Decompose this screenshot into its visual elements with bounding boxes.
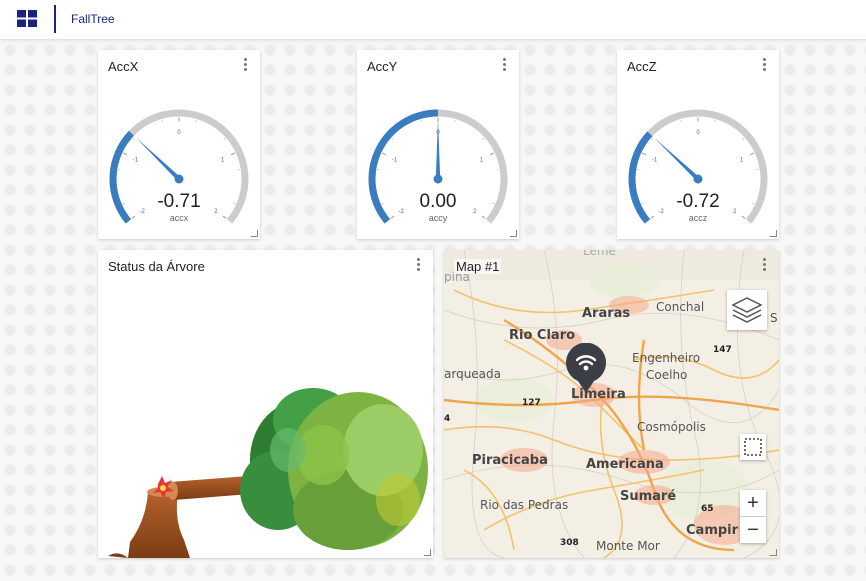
gauge-minor-tick bbox=[714, 119, 716, 122]
place-label: Rio Claro bbox=[509, 328, 576, 343]
gauge-value: -0.72 bbox=[676, 191, 720, 212]
gauge-needle bbox=[135, 137, 181, 181]
gauge-needle bbox=[654, 137, 700, 181]
gauge-tick bbox=[382, 152, 387, 156]
gauge-minor-tick bbox=[651, 138, 654, 141]
gauge-tick-label: 0 bbox=[696, 130, 700, 136]
dashboard-menu-icon[interactable] bbox=[17, 10, 37, 27]
gauge-needle bbox=[435, 119, 441, 179]
gauge-tick bbox=[642, 152, 647, 156]
gauge-minor-tick bbox=[132, 138, 135, 141]
gauge-hub bbox=[174, 174, 184, 184]
gauge-minor-tick bbox=[161, 119, 163, 122]
gauge-tick bbox=[123, 152, 128, 156]
gauge-minor-tick bbox=[482, 138, 485, 141]
gauge-minor-tick bbox=[680, 119, 682, 122]
resize-handle[interactable] bbox=[770, 230, 777, 237]
widget-title: Map #1 bbox=[454, 259, 502, 274]
place-label: Engenheiro bbox=[632, 351, 701, 365]
road-label: 308 bbox=[560, 538, 579, 548]
place-label: arqueada bbox=[444, 367, 502, 381]
dashboard-title[interactable]: FallTree bbox=[71, 12, 115, 26]
road-label: 147 bbox=[713, 345, 732, 355]
gauge-minor-tick bbox=[454, 119, 456, 122]
gauge-unit: accz bbox=[688, 213, 708, 223]
place-label: Campir bbox=[686, 523, 739, 538]
gauge-minor-tick bbox=[420, 119, 422, 122]
area-select-icon[interactable] bbox=[740, 434, 766, 460]
gauge-unit: accy bbox=[428, 213, 448, 223]
status-widget: Status da Árvore bbox=[98, 250, 433, 558]
device-marker-icon[interactable] bbox=[564, 342, 608, 395]
gauge-tick bbox=[749, 152, 754, 156]
map-canvas[interactable]: Leme pina Araras Conchal Rio Claro Engen… bbox=[444, 250, 779, 558]
resize-handle[interactable] bbox=[510, 230, 517, 237]
map-widget: Leme pina Araras Conchal Rio Claro Engen… bbox=[444, 250, 779, 558]
gauge-minor-tick bbox=[391, 138, 394, 141]
place-label: Piracicaba bbox=[472, 453, 548, 468]
gauge-value: -0.71 bbox=[157, 191, 201, 212]
zoom-out-button[interactable]: − bbox=[740, 517, 766, 543]
fallen-tree-image bbox=[98, 280, 433, 558]
gauge-tick-label: -1 bbox=[652, 158, 658, 164]
gauge-hub bbox=[433, 174, 443, 184]
road-label: 65 bbox=[701, 504, 714, 514]
place-label: Leme bbox=[583, 250, 616, 258]
gauge-widget-accy: AccY -2-1012 0.00 accy bbox=[357, 50, 519, 239]
road-label: 4 bbox=[444, 414, 451, 424]
layers-icon[interactable] bbox=[727, 290, 767, 330]
road-label: 127 bbox=[522, 398, 541, 408]
gauge-tick-label: 0 bbox=[177, 130, 181, 136]
gauge-tick-label: 1 bbox=[480, 158, 484, 164]
gauge-minor-tick bbox=[195, 119, 197, 122]
gauge-tick-label: -1 bbox=[133, 158, 139, 164]
gauge-value: 0.00 bbox=[419, 191, 457, 212]
gauge-widget-accx: AccX -2 -1 0 1 2 -0.71 accx bbox=[98, 50, 260, 239]
zoom-control: + − bbox=[740, 490, 766, 543]
top-bar: FallTree bbox=[0, 0, 866, 40]
place-label: Monte Mor bbox=[596, 539, 660, 553]
place-label: Conchal bbox=[656, 300, 705, 314]
title-separator bbox=[54, 5, 56, 33]
gauge-unit: accx bbox=[169, 213, 189, 223]
widget-menu-icon[interactable] bbox=[417, 258, 421, 272]
gauge-widget-accz: AccZ -2 -1 0 1 2 -0.72 accz bbox=[617, 50, 779, 239]
place-label: Cosmópolis bbox=[637, 420, 706, 434]
resize-handle[interactable] bbox=[251, 230, 258, 237]
gauge-tick-label: 1 bbox=[221, 158, 225, 164]
gauge-tick-label: -1 bbox=[392, 158, 398, 164]
place-label: Sumaré bbox=[620, 489, 677, 504]
place-label: Coelho bbox=[646, 368, 688, 382]
gauge-tick bbox=[230, 152, 235, 156]
gauge-minor-tick bbox=[742, 138, 745, 141]
resize-handle[interactable] bbox=[770, 549, 777, 556]
gauge-tick-label: 1 bbox=[740, 158, 744, 164]
resize-handle[interactable] bbox=[424, 549, 431, 556]
zoom-in-button[interactable]: + bbox=[740, 490, 766, 517]
place-label: Americana bbox=[586, 457, 664, 472]
gauge-hub bbox=[693, 174, 703, 184]
place-label: Rio das Pedras bbox=[480, 498, 569, 512]
gauge-tick bbox=[489, 152, 494, 156]
widget-title: Status da Árvore bbox=[108, 259, 205, 274]
place-label: Araras bbox=[582, 306, 631, 321]
widget-menu-icon[interactable] bbox=[763, 258, 767, 272]
gauge-minor-tick bbox=[223, 138, 226, 141]
place-label: S bbox=[770, 311, 778, 325]
